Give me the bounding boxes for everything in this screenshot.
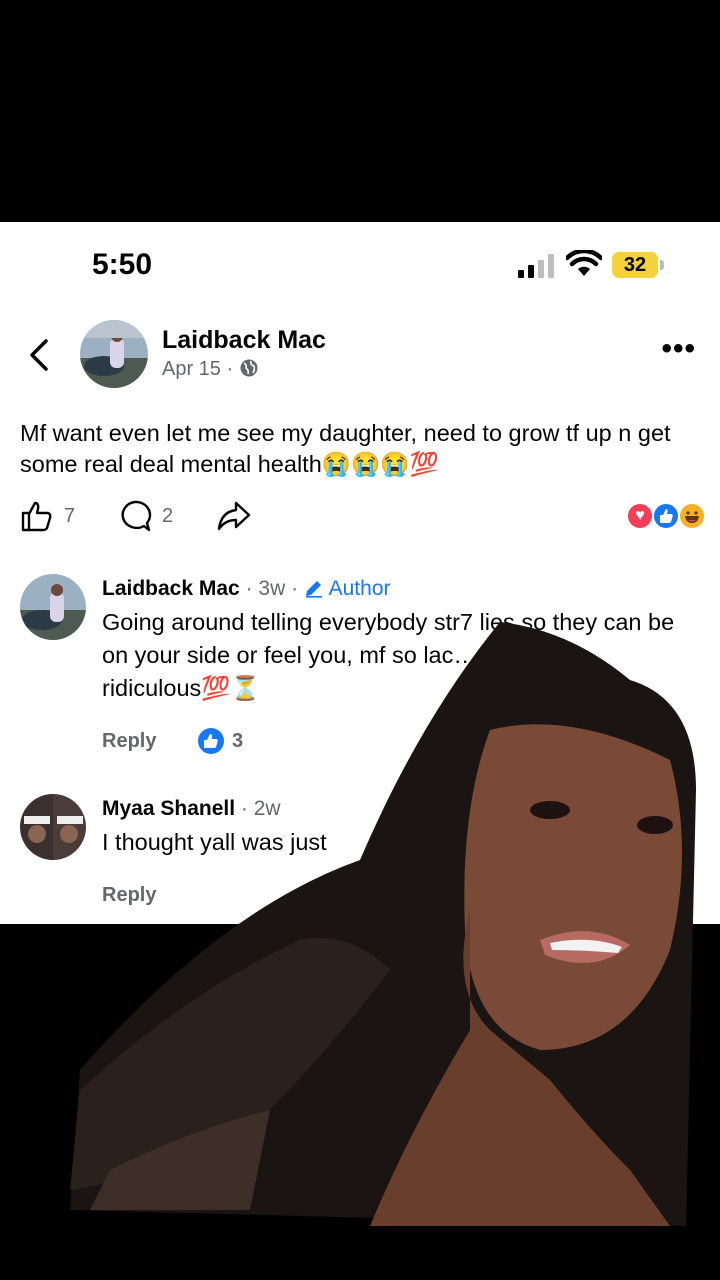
thumbs-up-icon — [21, 501, 52, 532]
share-button[interactable] — [216, 496, 252, 536]
status-time: 5:50 — [92, 248, 153, 281]
post-text: Mf want even let me see my daughter, nee… — [20, 420, 671, 477]
battery-indicator: 32 — [612, 252, 666, 278]
post-actions: 7 2 ♥ — [20, 496, 710, 536]
comment-separator: · — [239, 577, 259, 600]
comment-bubble-icon — [121, 500, 152, 532]
like-button[interactable]: 7 — [20, 496, 75, 536]
comment-separator: · — [285, 577, 304, 600]
commenter-name[interactable]: Laidback Mac — [102, 577, 240, 600]
post-date: Apr 15 — [162, 358, 221, 380]
pencil-icon — [305, 581, 322, 598]
author-badge: Author — [328, 577, 391, 600]
status-bar: 5:50 32 — [0, 222, 720, 310]
love-reaction-icon: ♥ — [626, 502, 654, 530]
more-options-button[interactable]: ••• — [661, 334, 696, 364]
comment-time: 3w — [258, 577, 286, 600]
cellular-signal-icon — [518, 254, 554, 278]
battery-level: 32 — [612, 252, 658, 278]
back-arrow-icon[interactable] — [26, 338, 54, 372]
wifi-icon — [566, 250, 602, 276]
globe-icon — [240, 359, 258, 377]
reaction-summary[interactable]: ♥ — [626, 502, 710, 532]
post-header: Laidback Mac Apr 15 · ••• — [0, 320, 720, 390]
like-count: 7 — [64, 504, 76, 527]
share-arrow-icon — [217, 501, 251, 531]
like-reaction-icon — [652, 502, 680, 530]
battery-nub — [660, 260, 664, 270]
comment-count: 2 — [162, 504, 174, 527]
author-avatar[interactable] — [80, 320, 148, 388]
haha-reaction-icon — [678, 502, 706, 530]
post-meta: Apr 15 · — [162, 358, 259, 381]
video-overlay-person — [70, 622, 696, 1226]
post-author-name[interactable]: Laidback Mac — [162, 326, 326, 355]
comment-header: Laidback Mac · 3w · Author — [102, 574, 702, 604]
meta-separator: · — [220, 358, 239, 380]
comment-button[interactable]: 2 — [118, 496, 173, 536]
